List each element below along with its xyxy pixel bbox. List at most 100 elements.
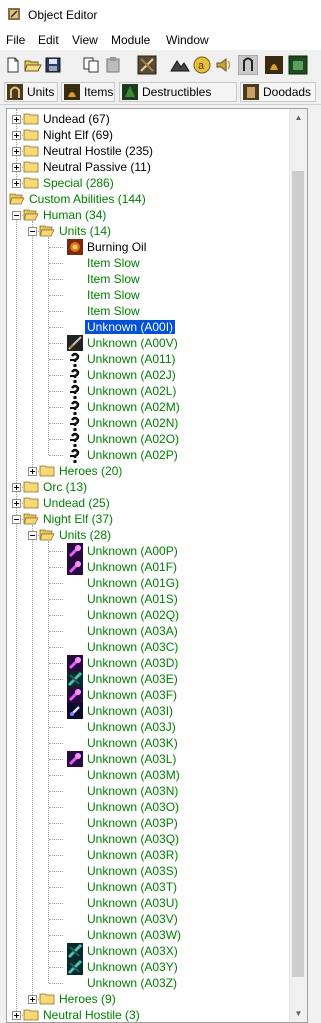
tree-item-label[interactable]: Unknown (A03D)	[85, 656, 180, 670]
tree-item-label[interactable]: Unknown (A02L)	[85, 384, 178, 398]
tree-item-label[interactable]: Heroes (20)	[57, 464, 124, 478]
tree-item-label[interactable]: Item Slow	[85, 304, 142, 318]
expand-icon[interactable]	[12, 179, 21, 188]
tree-item[interactable]: Unknown (A03A)	[7, 623, 287, 639]
tree-item[interactable]: Units (28)	[7, 527, 287, 543]
tree-item-label[interactable]: Neutral Hostile (3)	[41, 1008, 142, 1022]
tree-item-label[interactable]: Unknown (A03M)	[85, 768, 182, 782]
menu-module[interactable]: Module	[111, 33, 150, 47]
tree-item[interactable]: Night Elf (69)	[7, 127, 287, 143]
tree-item[interactable]: Unknown (A03J)	[7, 719, 287, 735]
tree-item[interactable]: Unknown (A02J)	[7, 367, 287, 383]
tree-item[interactable]: Undead (25)	[7, 495, 287, 511]
doodad-icon[interactable]	[288, 55, 308, 75]
expand-icon[interactable]	[28, 995, 37, 1004]
tree-item-label[interactable]: Unknown (A02M)	[85, 400, 182, 414]
tree-item-label[interactable]: Orc (13)	[41, 480, 89, 494]
tree-item-label[interactable]: Custom Abilities (144)	[27, 192, 148, 206]
tab-items[interactable]: Items	[61, 82, 115, 102]
tree-item-label[interactable]: Unknown (A03K)	[85, 736, 180, 750]
tree-item-label[interactable]: Unknown (A03I)	[85, 704, 175, 718]
gold-icon[interactable]: a	[192, 55, 212, 75]
tree-item[interactable]: Unknown (A011)	[7, 351, 287, 367]
tree-item[interactable]: Unknown (A00P)	[7, 543, 287, 559]
expand-icon[interactable]	[12, 483, 21, 492]
open-icon[interactable]	[24, 56, 42, 74]
expand-icon[interactable]	[12, 1011, 21, 1020]
object-tree[interactable]: ▲ ▼ Undead (67) Night Elf (69) Neutral Hos…	[6, 108, 308, 1023]
tree-item[interactable]: Custom Abilities (144)	[7, 191, 287, 207]
tree-item-label[interactable]: Special (286)	[41, 176, 116, 190]
tree-item[interactable]: Unknown (A03C)	[7, 639, 287, 655]
tree-item-label[interactable]: Units (14)	[57, 224, 113, 238]
expand-icon[interactable]	[12, 131, 21, 140]
tree-item-label[interactable]: Undead (25)	[41, 496, 112, 510]
tree-item[interactable]: Unknown (A03U)	[7, 895, 287, 911]
tree-item-label[interactable]: Burning Oil	[85, 240, 148, 254]
tree-item-label[interactable]: Unknown (A03F)	[85, 688, 179, 702]
tree-item-label[interactable]: Item Slow	[85, 272, 142, 286]
collapse-icon[interactable]	[12, 211, 21, 220]
tree-item-label[interactable]: Human (34)	[41, 208, 108, 222]
tree-item-label[interactable]: Unknown (A03T)	[85, 880, 179, 894]
tree-item[interactable]: Unknown (A01G)	[7, 575, 287, 591]
menu-view[interactable]: View	[72, 33, 98, 47]
tree-item[interactable]: Special (286)	[7, 175, 287, 191]
copy-icon[interactable]	[82, 56, 100, 74]
tree-item-label[interactable]: Unknown (A03Y)	[85, 960, 180, 974]
tree-item[interactable]: Unknown (A03Z)	[7, 975, 287, 991]
collapse-icon[interactable]	[12, 515, 21, 524]
tree-item[interactable]: Unknown (A03L)	[7, 751, 287, 767]
item-icon[interactable]	[264, 55, 284, 75]
tree-item[interactable]: Unknown (A03D)	[7, 655, 287, 671]
tree-item-label[interactable]: Unknown (A02N)	[85, 416, 180, 430]
unit-editor-icon[interactable]	[137, 55, 157, 75]
tree-item-label[interactable]: Unknown (A03X)	[85, 944, 180, 958]
expand-icon[interactable]	[12, 115, 21, 124]
tree-item[interactable]: Neutral Hostile (235)	[7, 143, 287, 159]
tree-item-label[interactable]: Unknown (A03P)	[85, 816, 180, 830]
scroll-up-icon[interactable]: ▲	[290, 109, 307, 126]
tree-item[interactable]: Unknown (A03I)	[7, 703, 287, 719]
tree-item-label[interactable]: Unknown (A03O)	[85, 800, 181, 814]
tree-item-label[interactable]: Unknown (A03Z)	[85, 976, 179, 990]
save-icon[interactable]	[44, 56, 62, 74]
tab-destructibles[interactable]: Destructibles	[119, 82, 237, 102]
tree-item[interactable]: Unknown (A03W)	[7, 927, 287, 943]
tree-item-label[interactable]: Unknown (A03U)	[85, 896, 180, 910]
terrain-icon[interactable]	[170, 55, 190, 75]
tree-item-label[interactable]: Unknown (A03L)	[85, 752, 178, 766]
menu-edit[interactable]: Edit	[38, 33, 59, 47]
tree-item-label[interactable]: Unknown (A03W)	[85, 928, 183, 942]
tree-item[interactable]: Unknown (A02P)	[7, 447, 287, 463]
tree-item[interactable]: Unknown (A03P)	[7, 815, 287, 831]
tree-item-label[interactable]: Unknown (A03C)	[85, 640, 180, 654]
tree-item[interactable]: Item Slow	[7, 303, 287, 319]
tree-item[interactable]: Unknown (A03O)	[7, 799, 287, 815]
tree-item[interactable]: Unknown (A03E)	[7, 671, 287, 687]
tree-item-label[interactable]: Night Elf (37)	[41, 512, 115, 526]
scroll-down-icon[interactable]: ▼	[290, 1005, 307, 1022]
tree-item[interactable]: Unknown (A02O)	[7, 431, 287, 447]
tree-item[interactable]: Item Slow	[7, 255, 287, 271]
tree-item-label[interactable]: Unknown (A01G)	[85, 576, 181, 590]
vertical-scrollbar[interactable]: ▲ ▼	[289, 109, 307, 1022]
collapse-icon[interactable]	[28, 531, 37, 540]
tree-item-label[interactable]: Unknown (A03R)	[85, 848, 180, 862]
tree-item[interactable]: Undead (67)	[7, 111, 287, 127]
tree-item[interactable]: Unknown (A03S)	[7, 863, 287, 879]
tree-item[interactable]: Unknown (A03T)	[7, 879, 287, 895]
tree-item-label[interactable]: Night Elf (69)	[41, 128, 115, 142]
tree-item-label[interactable]: Unknown (A03Q)	[85, 832, 181, 846]
selected-tree-item-label[interactable]: Unknown (A00I)	[83, 319, 177, 335]
tree-item[interactable]: Item Slow	[7, 287, 287, 303]
tree-item-label[interactable]: Unknown (A011)	[85, 352, 178, 366]
tree-item[interactable]: Heroes (20)	[7, 463, 287, 479]
tree-item[interactable]: Unknown (A03Y)	[7, 959, 287, 975]
tree-item-label[interactable]: Unknown (A03J)	[85, 720, 178, 734]
tree-item[interactable]: Unknown (A03R)	[7, 847, 287, 863]
tree-item-label[interactable]: Unknown (A03N)	[85, 784, 180, 798]
sound-icon[interactable]	[214, 55, 234, 75]
tree-item[interactable]: Unknown (A02N)	[7, 415, 287, 431]
tab-units[interactable]: Units	[4, 82, 58, 102]
